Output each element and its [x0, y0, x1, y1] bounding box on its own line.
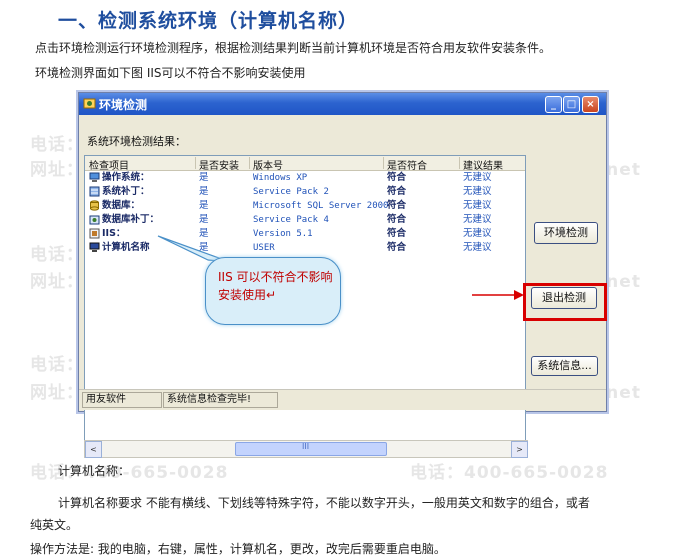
row-advice: 无建议: [463, 186, 492, 197]
table-row[interactable]: 数据库补丁： 是 Service Pack 4 符合 无建议: [85, 213, 525, 227]
patch-icon: [89, 186, 100, 197]
row-version: Microsoft SQL Server 2000: [253, 201, 389, 211]
system-info-button[interactable]: 系统信息...: [531, 356, 598, 376]
row-advice: 无建议: [463, 172, 492, 183]
monitor-icon: [89, 242, 100, 252]
method-line: 操作方法是: 我的电脑，右键，属性，计算机名，更改，改完后需要重启电脑。: [30, 542, 446, 556]
row-installed: 是: [199, 200, 209, 211]
scroll-grip: III: [302, 442, 310, 451]
row-version: Service Pack 2: [253, 187, 329, 197]
table-row[interactable]: 系统补丁： 是 Service Pack 2 符合 无建议: [85, 185, 525, 199]
table-row[interactable]: 数据库： 是 Microsoft SQL Server 2000 符合 无建议: [85, 199, 525, 213]
requirement-line-2: 纯英文。: [30, 518, 79, 532]
computer-name-label: 计算机名称：: [58, 464, 131, 478]
status-right: 系统信息检查完毕!: [163, 392, 278, 408]
table-row[interactable]: 操作系统： 是 Windows XP 符合 无建议: [85, 171, 525, 185]
row-match: 符合: [387, 214, 407, 225]
row-match: 符合: [387, 186, 407, 197]
callout-text: IIS 可以不符合不影响安装使用↵: [218, 270, 333, 302]
status-left: 用友软件: [82, 392, 162, 408]
row-version: Service Pack 4: [253, 215, 329, 225]
row-installed: 是: [199, 186, 209, 197]
minimize-button[interactable]: _: [545, 96, 562, 113]
row-advice: 无建议: [463, 228, 492, 239]
app-icon: [83, 98, 96, 109]
scroll-right-button[interactable]: >: [511, 441, 528, 458]
row-item: 系统补丁：: [102, 186, 150, 197]
col-header-match[interactable]: 是否符合: [387, 157, 427, 172]
row-item: 数据库：: [102, 200, 141, 211]
row-installed: 是: [199, 172, 209, 183]
row-match: 符合: [387, 228, 407, 239]
window-titlebar[interactable]: 环境检测 _ □ ×: [79, 93, 606, 115]
intro-line-2: 环境检测界面如下图 IIS可以不符合不影响安装使用: [35, 66, 306, 80]
computer-icon: [89, 172, 100, 182]
row-match: 符合: [387, 242, 407, 253]
iis-icon: [89, 228, 100, 239]
results-group-label: 系统环境检测结果：: [87, 135, 186, 148]
col-header-advice[interactable]: 建议结果: [463, 157, 503, 172]
row-item: IIS：: [102, 228, 126, 239]
row-advice: 无建议: [463, 214, 492, 225]
watermark-phone: 电话：400-665-0028: [410, 463, 609, 483]
row-item: 操作系统：: [102, 172, 150, 183]
exit-check-highlight: [523, 283, 607, 321]
row-installed: 是: [199, 214, 209, 225]
page-heading: 一、检测系统环境（计算机名称）: [58, 10, 359, 32]
row-item: 数据库补丁：: [102, 214, 160, 225]
arrow-right-icon: [472, 290, 524, 300]
maximize-button[interactable]: □: [563, 96, 580, 113]
status-bar: 用友软件 系统信息检查完毕!: [79, 389, 606, 410]
requirement-line-1: 计算机名称要求 不能有横线、下划线等特殊字符，不能以数字开头，一般用英文和数字的…: [58, 496, 590, 510]
row-match: 符合: [387, 200, 407, 211]
row-advice: 无建议: [463, 200, 492, 211]
grid-header: 检查项目 是否安装 版本号 是否符合 建议结果: [85, 156, 525, 172]
col-header-item[interactable]: 检查项目: [89, 157, 129, 172]
window-title: 环境检测: [99, 98, 148, 112]
env-check-button[interactable]: 环境检测: [534, 222, 598, 244]
intro-line-1: 点击环境检测运行环境检测程序，根据检测结果判断当前计算机环境是否符合用友软件安装…: [35, 41, 552, 55]
row-version: Windows XP: [253, 173, 308, 183]
row-advice: 无建议: [463, 242, 492, 253]
row-item: 计算机名称: [102, 242, 150, 253]
close-button[interactable]: ×: [582, 96, 599, 113]
row-match: 符合: [387, 172, 407, 183]
col-header-version[interactable]: 版本号: [253, 157, 283, 172]
scroll-left-button[interactable]: <: [85, 441, 102, 458]
database-icon: [90, 200, 99, 211]
scroll-thumb[interactable]: III: [235, 442, 387, 456]
iis-callout: IIS 可以不符合不影响安装使用↵: [205, 257, 341, 325]
col-header-installed[interactable]: 是否安装: [199, 157, 239, 172]
horizontal-scrollbar[interactable]: < III >: [84, 440, 528, 458]
database-patch-icon: [89, 215, 100, 225]
